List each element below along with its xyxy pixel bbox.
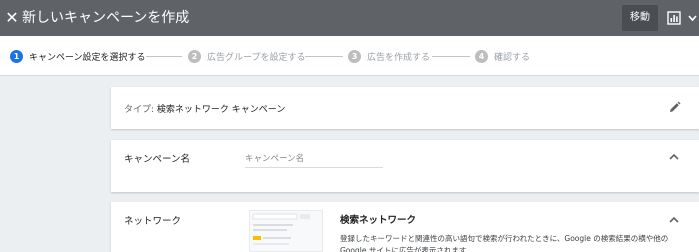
pencil-icon[interactable] — [668, 101, 681, 114]
close-icon[interactable]: ✕ — [4, 9, 20, 27]
step-connector — [146, 56, 182, 57]
top-app-bar: ✕ 新しいキャンペーンを作成 移動 — [0, 0, 699, 36]
search-network-option-title: 検索ネットワーク — [340, 215, 417, 226]
campaign-type-row: タイプ: 検索ネットワーク キャンペーン — [124, 102, 285, 115]
campaign-name-input[interactable]: キャンペーン名 — [245, 152, 383, 168]
step-3[interactable]: 3 広告を作成する — [348, 49, 430, 63]
step-2[interactable]: 2 広告グループを設定する — [188, 49, 305, 63]
page-title: 新しいキャンペーンを作成 — [22, 10, 190, 26]
chevron-up-icon[interactable] — [667, 152, 681, 162]
step-label: キャンペーン設定を選択する — [29, 52, 146, 63]
step-label: 広告グループを設定する — [207, 52, 306, 63]
step-number: 3 — [348, 49, 361, 63]
chevron-down-icon[interactable] — [686, 12, 699, 24]
step-label: 確認する — [494, 52, 531, 63]
campaign-type-label: タイプ: — [124, 105, 157, 115]
step-connector — [305, 56, 343, 57]
search-results-thumbnail-icon — [252, 213, 310, 245]
step-number: 1 — [10, 49, 23, 63]
bar-chart-icon[interactable] — [667, 11, 681, 25]
network-card: ネットワーク 検索ネットワーク 登録したキーワードと関連性の高い語句で検索が行わ… — [111, 202, 699, 252]
chevron-up-icon[interactable] — [667, 215, 681, 225]
network-label: ネットワーク — [124, 216, 182, 227]
step-label: 広告を作成する — [367, 52, 431, 63]
campaign-name-label: キャンペーン名 — [124, 154, 191, 165]
step-1[interactable]: 1 キャンペーン設定を選択する — [10, 49, 146, 63]
step-4[interactable]: 4 確認する — [475, 49, 530, 63]
step-indicator: 1 キャンペーン設定を選択する 2 広告グループを設定する 3 広告を作成する … — [0, 36, 699, 76]
campaign-type-value: 検索ネットワーク キャンペーン — [156, 105, 286, 115]
move-button[interactable]: 移動 — [622, 5, 658, 31]
campaign-name-card: キャンペーン名 キャンペーン名 — [111, 140, 699, 192]
step-number: 4 — [475, 49, 488, 63]
search-network-option-description: 登録したキーワードと関連性の高い語句で検索が行われたときに、Google の検索… — [340, 234, 669, 252]
step-connector — [432, 56, 470, 57]
search-network-illustration — [249, 210, 323, 252]
step-number: 2 — [188, 49, 201, 63]
campaign-type-card[interactable]: タイプ: 検索ネットワーク キャンペーン — [111, 87, 699, 129]
